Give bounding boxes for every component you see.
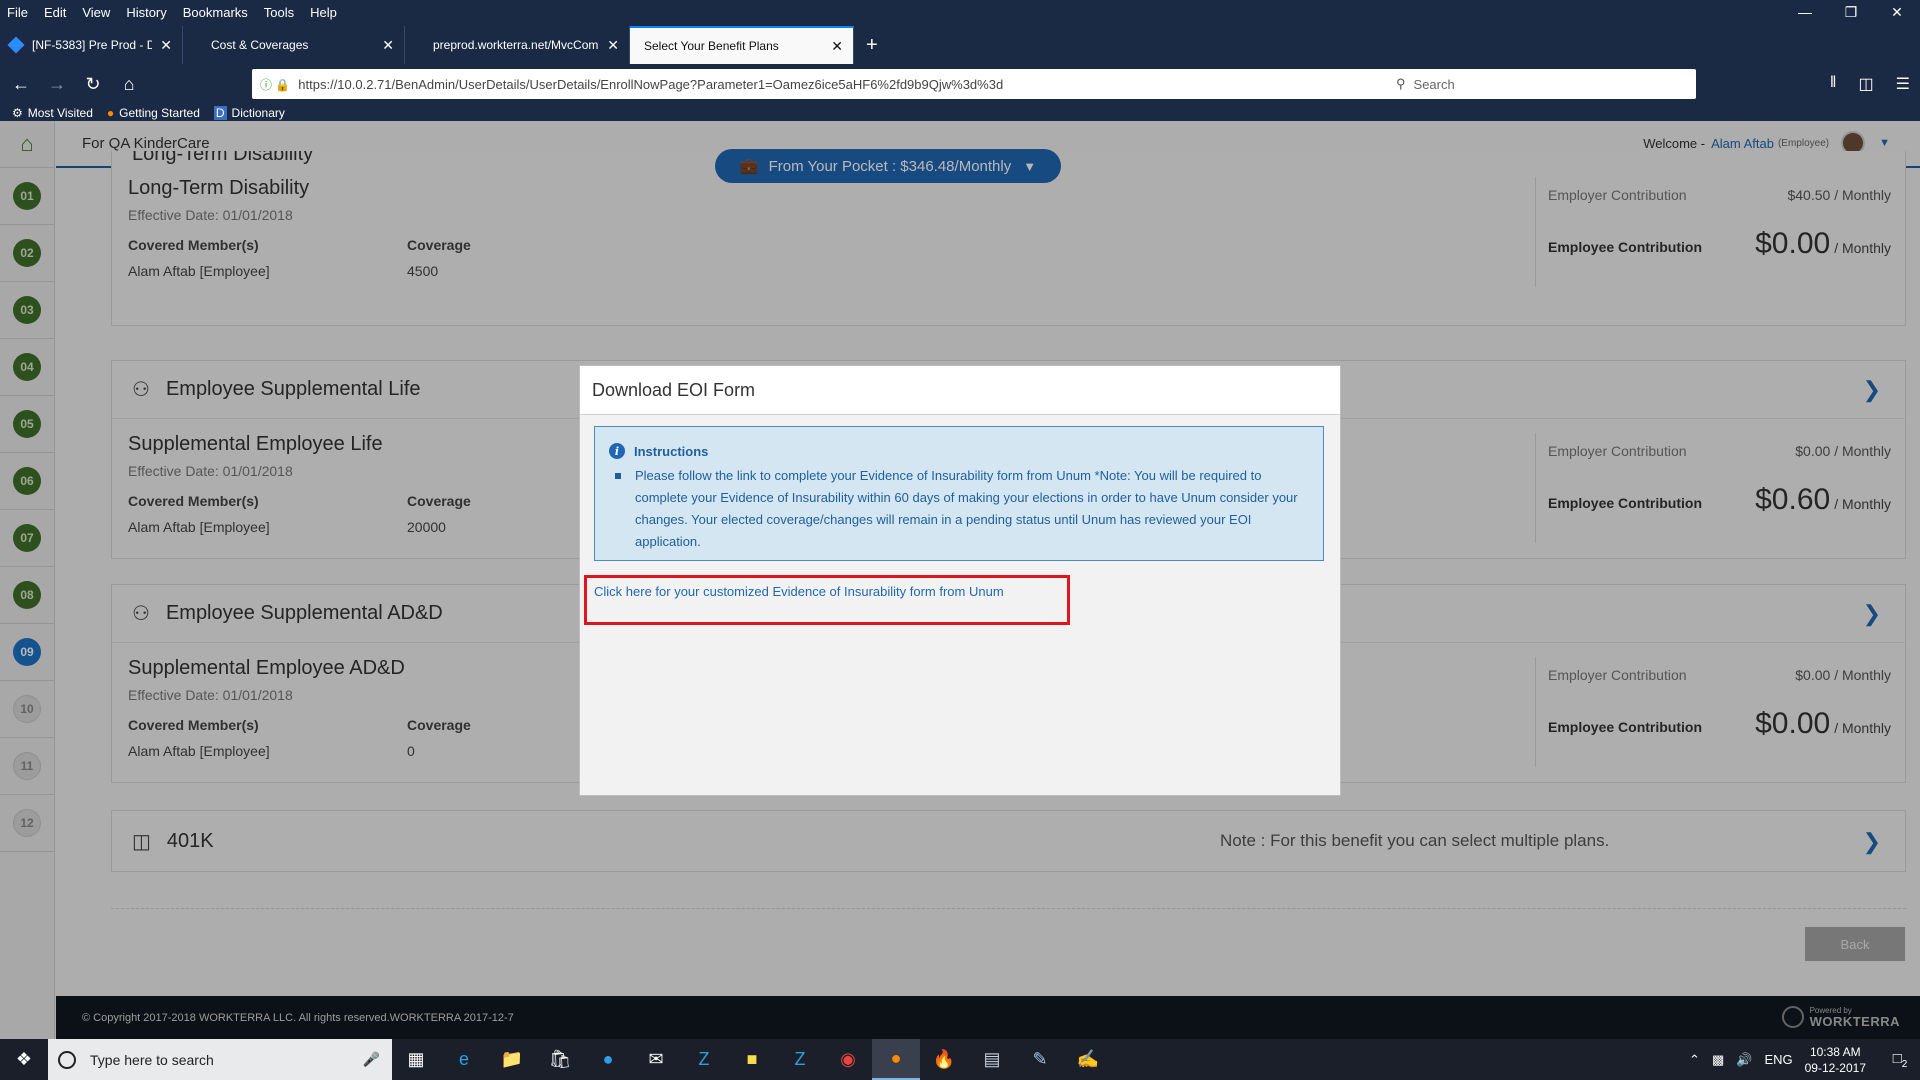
instructions-text: Please follow the link to complete your …: [635, 468, 1298, 549]
window-controls: — ❐ ✕: [1782, 0, 1920, 24]
clock-time: 10:38 AM: [1809, 1044, 1861, 1059]
browser-search-input[interactable]: ⚲ Search: [1388, 69, 1696, 99]
forward-arrow-icon[interactable]: →: [42, 69, 72, 99]
paint-app-icon[interactable]: ✍: [1064, 1039, 1112, 1080]
bullet-icon: [615, 473, 621, 479]
instructions-heading: i Instructions: [609, 443, 708, 459]
zoom-icon[interactable]: Z: [680, 1039, 728, 1080]
instructions-box: i Instructions Please follow the link to…: [594, 426, 1324, 561]
menu-view[interactable]: View: [82, 5, 110, 20]
notification-icon[interactable]: □2: [1880, 1050, 1920, 1070]
taskbar-search-input[interactable]: Type here to search 🎤: [48, 1039, 392, 1080]
url-text[interactable]: https://10.0.2.71/BenAdmin/UserDetails/U…: [298, 77, 1484, 92]
toolbar-icons: ‖ ◫ ☰: [1808, 74, 1910, 94]
clock-date: 09-12-2017: [1804, 1060, 1866, 1075]
cortana-icon: [58, 1050, 76, 1069]
menu-edit[interactable]: Edit: [44, 5, 66, 20]
bookmark-most-visited[interactable]: ⚙ Most Visited: [12, 106, 93, 120]
sidebar-toggle-icon[interactable]: ◫: [1859, 74, 1874, 94]
taskbar-search-placeholder: Type here to search: [90, 1051, 214, 1068]
tab-select-benefit-plans[interactable]: Select Your Benefit Plans ✕: [630, 26, 854, 64]
menu-bar: File Edit View History Bookmarks Tools H…: [0, 0, 1920, 24]
volume-icon[interactable]: 🔊: [1736, 1052, 1752, 1068]
system-tray: ⌃ ▩ 🔊 ENG 10:38 AM 09-12-2017 □2: [1689, 1039, 1920, 1080]
bookmark-label: Getting Started: [119, 105, 200, 120]
highlight-annotation: [584, 575, 1070, 625]
notification-count: 2: [1901, 1058, 1908, 1070]
instructions-title: Instructions: [634, 443, 709, 459]
download-eoi-modal: Download EOI Form i Instructions Please …: [579, 365, 1341, 796]
sticky-notes-icon[interactable]: ■: [728, 1039, 776, 1080]
tab-close-icon[interactable]: ✕: [831, 38, 843, 55]
mail-icon[interactable]: ✉: [632, 1039, 680, 1080]
firefox-icon: ●: [106, 105, 115, 120]
instructions-item: Please follow the link to complete your …: [615, 465, 1305, 553]
eoi-form-link[interactable]: Click here for your customized Evidence …: [594, 584, 1004, 599]
bookmark-getting-started[interactable]: ● Getting Started: [107, 106, 200, 120]
store-icon[interactable]: 🛍: [536, 1039, 584, 1080]
language-indicator[interactable]: ENG: [1764, 1052, 1792, 1067]
tab-bar: [NF-5383] Pre Prod - DISYS - U ✕ Cost & …: [0, 24, 1920, 64]
task-view-icon[interactable]: ▦: [392, 1039, 440, 1080]
zoom-app-icon[interactable]: Z: [776, 1039, 824, 1080]
menu-tools[interactable]: Tools: [264, 5, 294, 20]
windows-taskbar: ❖ Type here to search 🎤 ▦ e 📁 🛍 ● ✉ Z ■ …: [0, 1039, 1920, 1080]
menu-history[interactable]: History: [126, 5, 166, 20]
info-icon: i: [609, 443, 625, 459]
tab-title: [NF-5383] Pre Prod - DISYS - U: [32, 38, 153, 52]
bookmarks-bar: ⚙ Most Visited ● Getting Started D Dictiona…: [0, 104, 1920, 121]
gear-icon: ⚙: [12, 105, 23, 120]
lock-icon[interactable]: ⓘ 🔒: [260, 76, 290, 93]
tab-close-icon[interactable]: ✕: [160, 37, 172, 54]
restore-icon[interactable]: ❐: [1828, 0, 1874, 24]
chrome-icon[interactable]: ◉: [824, 1039, 872, 1080]
tab-cost-coverages[interactable]: Cost & Coverages ✕: [183, 26, 405, 64]
search-placeholder: Search: [1413, 76, 1455, 92]
menu-help[interactable]: Help: [310, 5, 337, 20]
chevron-up-icon[interactable]: ⌃: [1689, 1052, 1700, 1068]
home-icon[interactable]: ⌂: [114, 69, 144, 99]
modal-title: Download EOI Form: [580, 366, 1340, 415]
firefox-taskbar-icon[interactable]: ●: [872, 1039, 920, 1080]
bookmark-dictionary[interactable]: D Dictionary: [213, 105, 285, 120]
jira-icon: [7, 36, 25, 54]
tab-jira[interactable]: [NF-5383] Pre Prod - DISYS - U ✕: [0, 26, 183, 64]
internet-explorer-icon[interactable]: e: [440, 1039, 488, 1080]
tab-close-icon[interactable]: ✕: [382, 37, 394, 54]
notepad-app-icon[interactable]: ✎: [1016, 1039, 1064, 1080]
new-tab-icon[interactable]: +: [854, 26, 890, 64]
hamburger-menu-icon[interactable]: ☰: [1896, 74, 1910, 94]
network-icon[interactable]: ▩: [1712, 1052, 1724, 1068]
search-icon: ⚲: [1396, 76, 1406, 91]
menu-bookmarks[interactable]: Bookmarks: [183, 5, 248, 20]
tab-preprod[interactable]: preprod.workterra.net/MvcCompA ✕: [405, 26, 630, 64]
library-icon[interactable]: ‖: [1830, 74, 1837, 94]
menu-file[interactable]: File: [7, 5, 28, 20]
nav-bar: ← → ↻ ⌂ ⓘ 🔒 https://10.0.2.71/BenAdmin/U…: [0, 64, 1920, 104]
browser-chrome: File Edit View History Bookmarks Tools H…: [0, 0, 1920, 121]
clock[interactable]: 10:38 AM 09-12-2017: [1805, 1044, 1866, 1076]
flame-app-icon[interactable]: 🔥: [920, 1039, 968, 1080]
dictionary-icon: D: [213, 105, 227, 120]
reload-icon[interactable]: ↻: [78, 69, 108, 99]
microphone-icon[interactable]: 🎤: [363, 1051, 380, 1068]
back-arrow-icon[interactable]: ←: [6, 69, 36, 99]
url-bar[interactable]: ⓘ 🔒 https://10.0.2.71/BenAdmin/UserDetai…: [252, 69, 1582, 99]
file-explorer-icon[interactable]: 📁: [488, 1039, 536, 1080]
windows-start-icon[interactable]: ❖: [0, 1039, 48, 1080]
close-window-icon[interactable]: ✕: [1874, 0, 1920, 24]
tab-title: Cost & Coverages: [211, 38, 309, 52]
database-app-icon[interactable]: ▤: [968, 1039, 1016, 1080]
bookmark-label: Dictionary: [231, 105, 285, 120]
tab-close-icon[interactable]: ✕: [607, 37, 619, 54]
tab-title: Select Your Benefit Plans: [644, 39, 779, 53]
minimize-icon[interactable]: —: [1782, 0, 1828, 24]
edge-icon[interactable]: ●: [584, 1039, 632, 1080]
tab-title: preprod.workterra.net/MvcCompA: [433, 38, 600, 52]
bookmark-label: Most Visited: [27, 105, 93, 120]
